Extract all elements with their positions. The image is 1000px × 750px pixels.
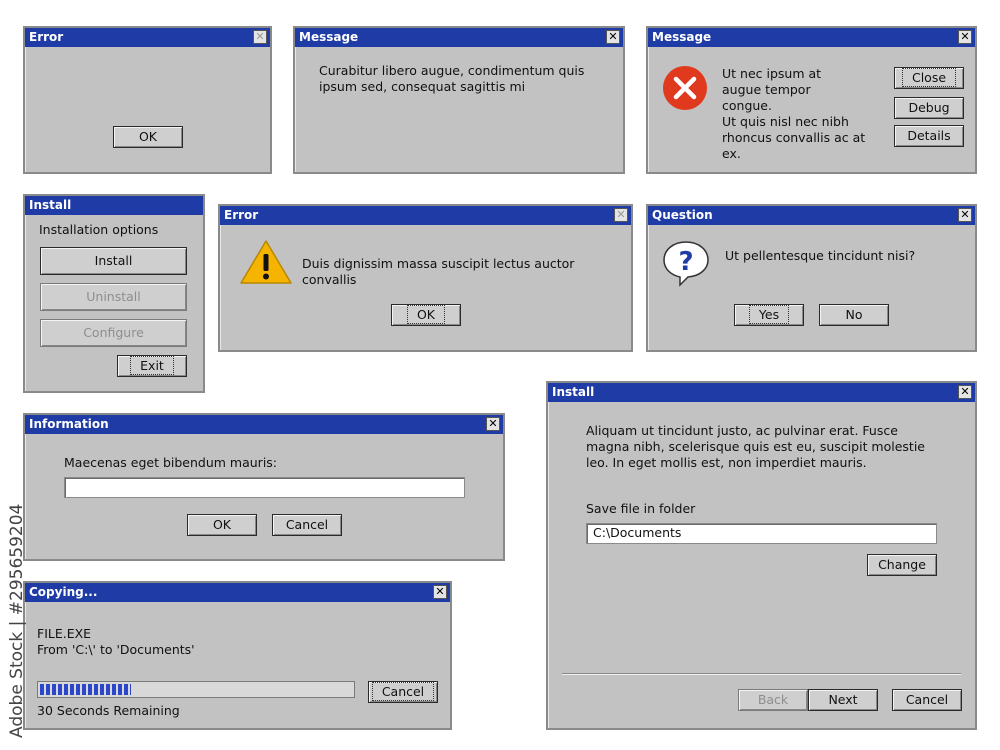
install-dialog-1-title: Install <box>29 198 72 212</box>
ok-button-label: OK <box>138 129 158 144</box>
ok-button-label: OK <box>406 305 446 324</box>
information-label: Maecenas eget bibendum mauris: <box>64 455 278 470</box>
install-dialog-1-titlebar[interactable]: Install <box>25 196 203 215</box>
ok-button[interactable]: OK <box>113 126 183 148</box>
file-name: FILE.EXE <box>37 626 92 641</box>
uninstall-button-label: Uninstall <box>86 289 141 304</box>
question-dialog-titlebar[interactable]: Question ✕ <box>648 206 975 225</box>
configure-button[interactable]: Configure <box>40 319 187 347</box>
close-button-label: Close <box>901 68 957 87</box>
back-button[interactable]: Back <box>738 689 808 711</box>
save-folder-label: Save file in folder <box>586 501 696 516</box>
message-dialog-1: Message ✕ Curabitur libero augue, condim… <box>293 26 625 174</box>
close-icon[interactable]: ✕ <box>486 417 500 431</box>
cancel-button[interactable]: Cancel <box>892 689 962 711</box>
details-button[interactable]: Details <box>894 125 964 147</box>
close-icon[interactable]: ✕ <box>958 208 972 222</box>
message-dialog-1-titlebar[interactable]: Message ✕ <box>295 28 623 47</box>
install-button-label: Install <box>94 253 133 268</box>
message-dialog-1-title: Message <box>299 30 359 44</box>
divider <box>562 673 961 675</box>
error-icon <box>663 66 707 110</box>
install-description: Aliquam ut tincidunt justo, ac pulvinar … <box>586 423 926 470</box>
yes-button-label: Yes <box>748 305 790 324</box>
stock-id: 295659204 <box>7 503 27 601</box>
install-button[interactable]: Install <box>40 247 187 275</box>
question-dialog: Question ✕ ? Ut pellentesque tincidunt n… <box>646 204 977 352</box>
cancel-button[interactable]: Cancel <box>368 681 438 703</box>
copying-dialog-titlebar[interactable]: Copying... ✕ <box>25 583 450 602</box>
configure-button-label: Configure <box>83 325 144 340</box>
copying-dialog-title: Copying... <box>29 585 98 599</box>
error-dialog-1-titlebar[interactable]: Error ✕ <box>25 28 270 47</box>
details-button-label: Details <box>907 128 951 143</box>
message-dialog-2-title: Message <box>652 30 712 44</box>
error-dialog-2: Error ✕ Duis dignissim massa suscipit le… <box>218 204 633 352</box>
error-dialog-1: Error ✕ OK <box>23 26 272 174</box>
debug-button[interactable]: Debug <box>894 97 964 119</box>
ok-button[interactable]: OK <box>187 514 257 536</box>
cancel-button[interactable]: Cancel <box>272 514 342 536</box>
change-button[interactable]: Change <box>867 554 937 576</box>
warning-icon <box>240 240 292 284</box>
information-input[interactable] <box>64 477 465 498</box>
close-icon[interactable]: ✕ <box>433 585 447 599</box>
question-text: Ut pellentesque tincidunt nisi? <box>725 248 916 263</box>
message-dialog-2: Message ✕ Ut nec ipsum at augue tempor c… <box>646 26 977 174</box>
yes-button[interactable]: Yes <box>734 304 804 326</box>
question-dialog-title: Question <box>652 208 713 222</box>
message-text: Curabitur libero augue, condimentum quis… <box>319 63 585 94</box>
no-button[interactable]: No <box>819 304 889 326</box>
error-message-text: Duis dignissim massa suscipit lectus auc… <box>302 256 575 287</box>
cancel-button-label: Cancel <box>371 682 435 701</box>
stock-watermark: Adobe Stock | #295659204 <box>7 503 27 738</box>
cancel-button-label: Cancel <box>285 517 329 532</box>
close-icon[interactable]: ✕ <box>614 208 628 222</box>
copy-path: From 'C:\' to 'Documents' <box>37 642 195 657</box>
progress-fill <box>40 684 131 695</box>
error-dialog-2-titlebar[interactable]: Error ✕ <box>220 206 631 225</box>
close-icon[interactable]: ✕ <box>606 30 620 44</box>
install-dialog-2-titlebar[interactable]: Install ✕ <box>548 383 975 402</box>
information-dialog-titlebar[interactable]: Information ✕ <box>25 415 503 434</box>
progress-bar <box>37 681 355 698</box>
debug-button-label: Debug <box>908 100 950 115</box>
information-dialog: Information ✕ Maecenas eget bibendum mau… <box>23 413 505 561</box>
error-dialog-1-title: Error <box>29 30 64 44</box>
cancel-button-label: Cancel <box>905 692 949 707</box>
copying-dialog: Copying... ✕ FILE.EXE From 'C:\' to 'Doc… <box>23 581 452 730</box>
install-dialog-2-title: Install <box>552 385 595 399</box>
install-dialog-1: Install Installation options Install Uni… <box>23 194 205 393</box>
svg-text:?: ? <box>678 247 693 277</box>
uninstall-button[interactable]: Uninstall <box>40 283 187 311</box>
change-button-label: Change <box>878 557 926 572</box>
ok-button[interactable]: OK <box>391 304 461 326</box>
error-dialog-2-title: Error <box>224 208 259 222</box>
exit-button[interactable]: Exit <box>117 355 187 377</box>
next-button[interactable]: Next <box>808 689 878 711</box>
install-dialog-2: Install ✕ Aliquam ut tincidunt justo, ac… <box>546 381 977 730</box>
close-icon[interactable]: ✕ <box>958 385 972 399</box>
close-button[interactable]: Close <box>894 67 964 89</box>
message-dialog-2-titlebar[interactable]: Message ✕ <box>648 28 975 47</box>
folder-path-input[interactable]: C:\Documents <box>586 523 937 544</box>
exit-button-label: Exit <box>130 356 174 375</box>
ok-button-label: OK <box>212 517 232 532</box>
time-remaining: 30 Seconds Remaining <box>37 703 180 718</box>
close-icon[interactable]: ✕ <box>253 30 267 44</box>
back-button-label: Back <box>757 692 789 707</box>
next-button-label: Next <box>828 692 858 707</box>
close-icon[interactable]: ✕ <box>958 30 972 44</box>
no-button-label: No <box>845 307 863 322</box>
information-dialog-title: Information <box>29 417 109 431</box>
installation-options-heading: Installation options <box>39 222 159 237</box>
question-icon: ? <box>663 241 709 287</box>
message-line-1: Ut nec ipsum at augue tempor congue. <box>722 66 822 113</box>
message-line-2: Ut quis nisl nec nibh rhoncus convallis … <box>722 114 866 161</box>
